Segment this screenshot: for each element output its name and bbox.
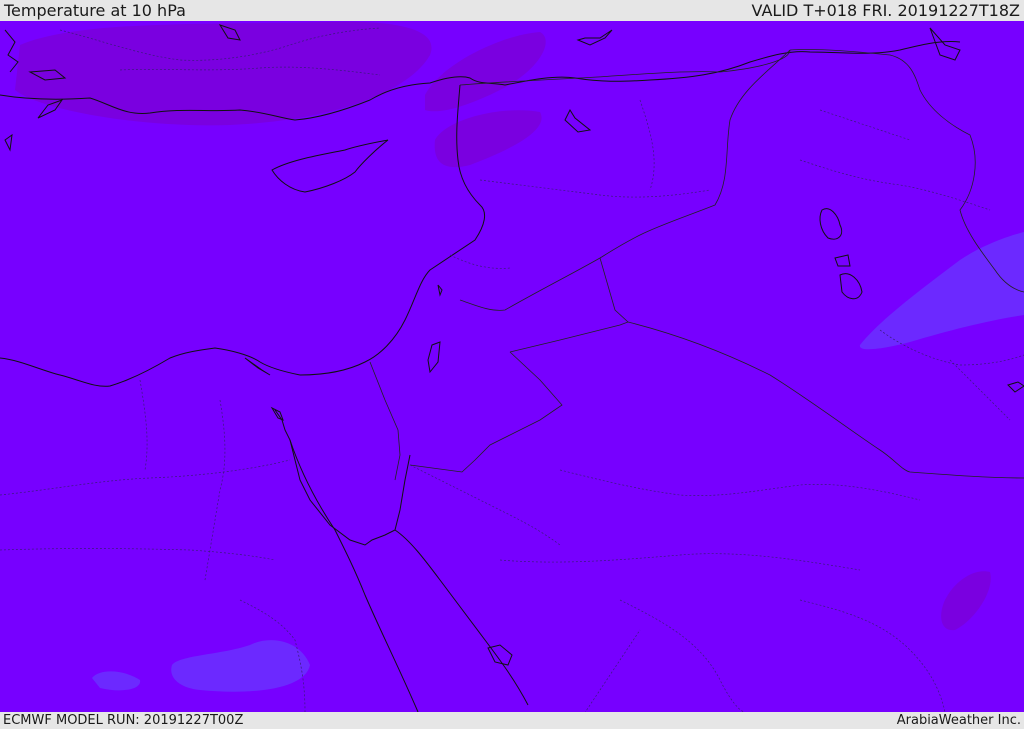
header-bar: Temperature at 10 hPa VALID T+018 FRI. 2… — [0, 0, 1024, 21]
map-title: Temperature at 10 hPa — [4, 1, 186, 20]
valid-time: VALID T+018 FRI. 20191227T18Z — [751, 1, 1020, 20]
map-area[interactable] — [0, 21, 1024, 712]
credit-label: ArabiaWeather Inc. — [896, 713, 1021, 728]
footer-bar: ECMWF MODEL RUN: 20191227T00Z ArabiaWeat… — [0, 712, 1024, 729]
map-canvas — [0, 21, 1024, 712]
model-run-label: ECMWF MODEL RUN: 20191227T00Z — [3, 713, 244, 728]
